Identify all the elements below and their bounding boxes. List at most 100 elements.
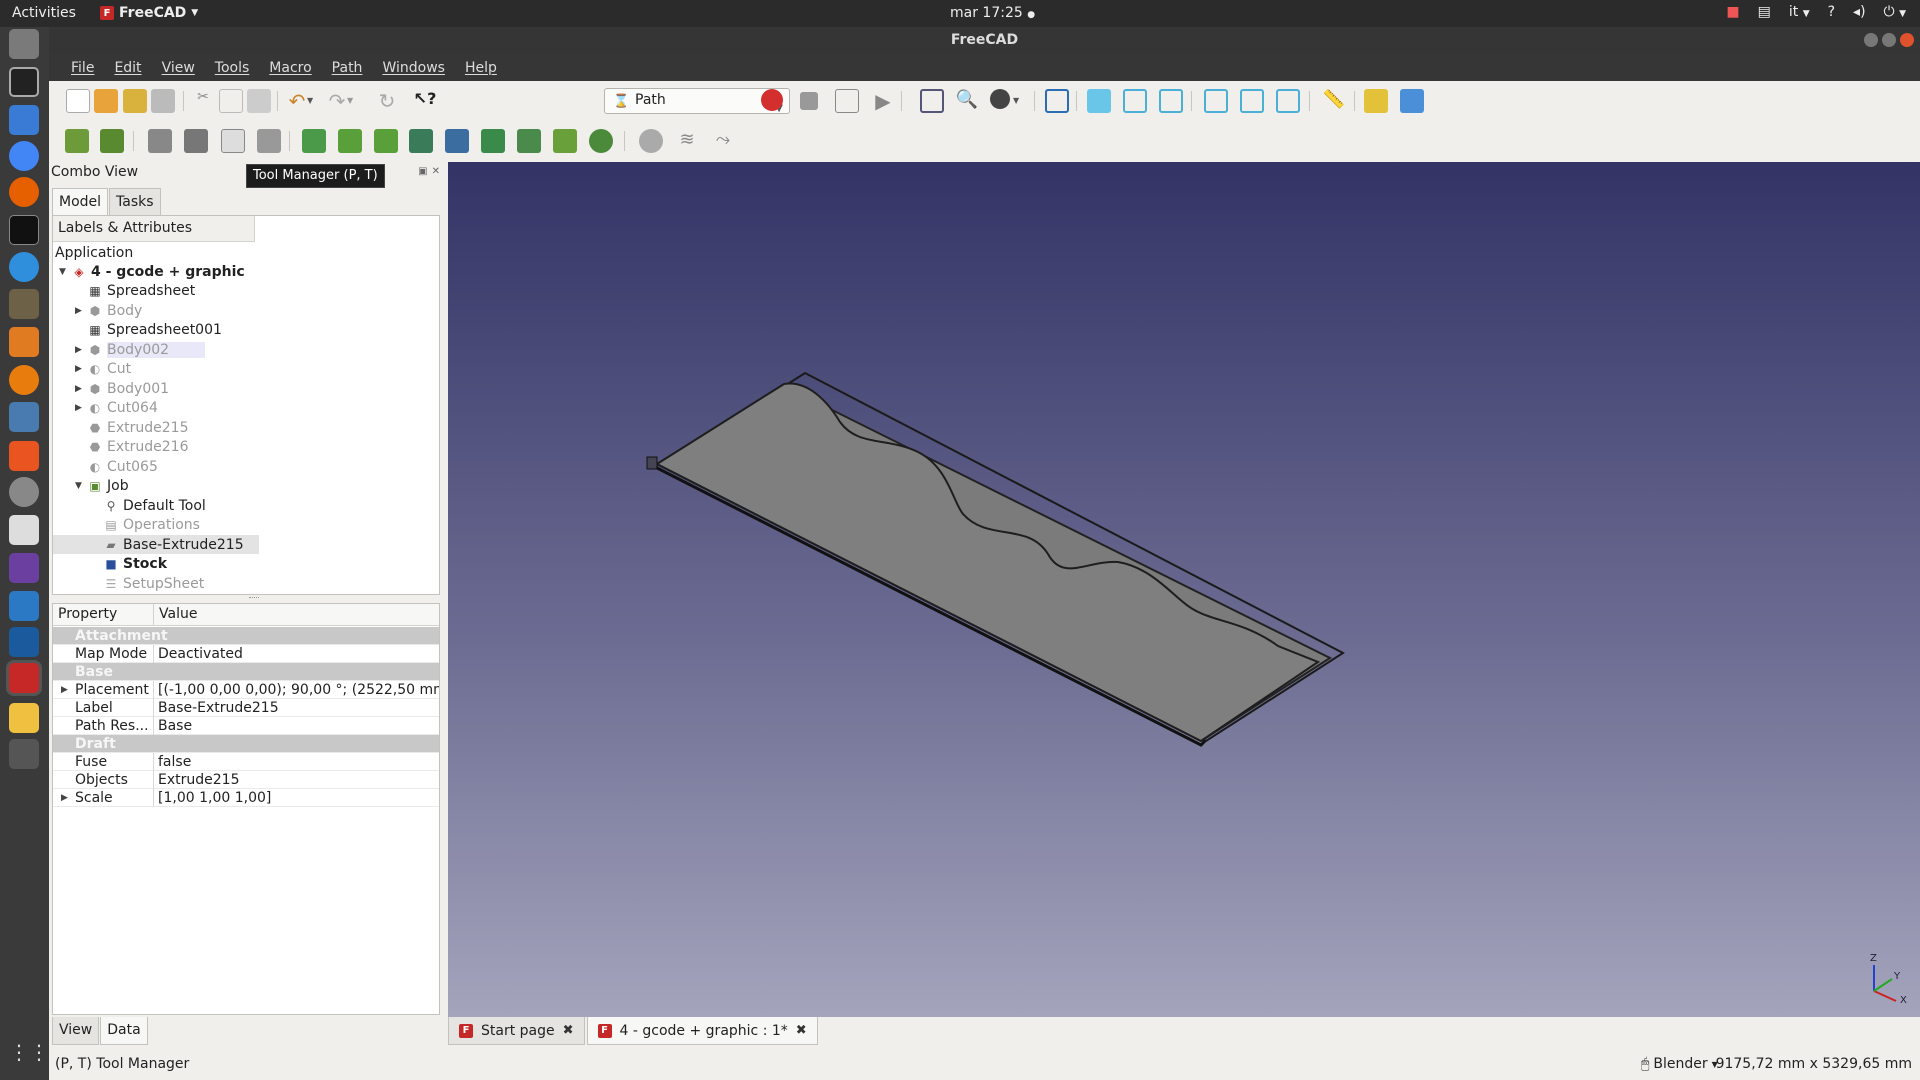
redo-icon[interactable]: ↷ [325,89,349,113]
tool-manager-icon[interactable] [221,129,245,153]
drilling-icon[interactable] [445,129,469,153]
property-row[interactable]: Objects Extrude215 [53,770,439,789]
isometric-view-icon[interactable] [1045,89,1069,113]
collapsed-arrow-icon[interactable]: ▶ [75,345,87,355]
menu-path[interactable]: Path [322,60,373,76]
front-view-icon[interactable] [1087,89,1111,113]
property-group-header[interactable]: Attachment [53,627,439,645]
paste-icon[interactable] [247,89,271,113]
draw-style-dropdown-icon[interactable]: ▼ [1013,89,1025,113]
pocket-icon[interactable] [374,129,398,153]
bottom-view-icon[interactable] [1240,89,1264,113]
collapsed-arrow-icon[interactable]: ▶ [75,403,87,413]
close-window-button[interactable] [1900,33,1914,47]
property-group-header[interactable]: Draft [53,735,439,753]
tab-view[interactable]: View [52,1017,100,1045]
tree-item[interactable]: ▶ ◐ Cut [75,360,131,379]
tree-item[interactable]: ⬣ Extrude216 [75,438,189,457]
tree-item[interactable]: ▤ Operations [91,516,200,535]
app-launcher-icon[interactable] [9,591,39,621]
close-tab-icon[interactable]: ✖ [563,1023,574,1038]
sanity-check-icon[interactable] [639,129,663,153]
menu-windows[interactable]: Windows [372,60,455,76]
tree-item[interactable]: ▶ ⬢ Body [75,301,142,320]
collapsed-arrow-icon[interactable]: ▶ [75,364,87,374]
menu-tools[interactable]: Tools [205,60,260,76]
post-process-icon[interactable] [100,129,124,153]
3d-viewport[interactable]: Z Y X [448,162,1920,1017]
tree-item[interactable]: ▶ ⬢ Body002 [75,340,206,359]
collapsed-arrow-icon[interactable]: ▶ [75,306,87,316]
minimize-button[interactable] [1864,33,1878,47]
new-document-icon[interactable] [66,89,90,113]
settings-launcher-icon[interactable] [9,477,39,507]
comment-icon[interactable]: ⤳ [711,129,735,153]
tab-data[interactable]: Data [100,1017,148,1045]
collapsed-arrow-icon[interactable]: ▶ [75,384,87,394]
helix-icon[interactable] [517,129,541,153]
app-launcher-icon[interactable] [9,67,39,97]
tab-tasks[interactable]: Tasks [109,188,161,216]
tree-item[interactable]: ▼ ▣ Job [75,477,129,496]
property-group-header[interactable]: Base [53,663,439,681]
print-icon[interactable] [151,89,175,113]
left-view-icon[interactable] [1276,89,1300,113]
refresh-icon[interactable]: ↻ [375,89,399,113]
tree-column-header[interactable]: Labels & Attributes [53,216,255,242]
activities-button[interactable]: Activities [12,5,76,21]
close-panel-icon[interactable]: ✕ [432,166,440,177]
firefox-launcher-icon[interactable] [9,177,39,207]
terminal-launcher-icon[interactable] [9,215,39,245]
property-row[interactable]: Map Mode Deactivated [53,644,439,663]
simulate-icon[interactable] [184,129,208,153]
value-column-header[interactable]: Value [153,604,202,625]
array-icon[interactable]: ≋ [675,129,699,153]
navigation-style-selector[interactable]: 🖱 Blender ▼ [1641,1056,1718,1072]
profile-edges-icon[interactable] [338,129,362,153]
cut-icon[interactable]: ✂ [191,89,215,113]
files-launcher-icon[interactable] [9,29,39,59]
panel-splitter-handle[interactable] [249,597,259,601]
tree-item[interactable]: ▶ ⬢ Body001 [75,379,169,398]
expanded-arrow-icon[interactable]: ▼ [75,481,87,491]
gimp-launcher-icon[interactable] [9,289,39,319]
blender-launcher-icon[interactable] [9,365,39,395]
editor-launcher-icon[interactable] [9,703,39,733]
property-row[interactable]: Fuse false [53,752,439,771]
top-view-icon[interactable] [1123,89,1147,113]
camera-indicator-icon[interactable]: ■ [1726,4,1739,20]
tool-controller-icon[interactable] [257,129,281,153]
tree-item[interactable]: ⬣ Extrude215 [75,418,189,437]
clipboard-icon[interactable]: ▤ [1758,4,1771,20]
tree-item[interactable]: ▰ Base-Extrude215 [53,535,259,554]
collapsed-arrow-icon[interactable]: ▶ [61,685,68,695]
property-row[interactable]: Path Res... Base [53,716,439,735]
tree-item[interactable]: ☰ SetupSheet [91,574,205,593]
right-view-icon[interactable] [1159,89,1183,113]
virtualbox-launcher-icon[interactable] [9,627,39,657]
property-value[interactable]: Extrude215 [153,770,439,789]
profile-icon[interactable] [302,129,326,153]
writer-launcher-icon[interactable] [9,105,39,135]
tab-model[interactable]: Model [52,188,109,216]
menu-file[interactable]: File [61,60,104,76]
property-value[interactable]: [1,00 1,00 1,00] [153,788,439,807]
volume-icon[interactable]: ◂) [1853,4,1866,20]
camera-launcher-icon[interactable] [9,515,39,545]
float-panel-icon[interactable]: ▣ [418,166,427,177]
help-icon[interactable]: ? [1828,4,1835,20]
tree-item[interactable]: ▶ ◐ Cut064 [75,399,158,418]
whats-this-icon[interactable]: ↖? [413,89,437,113]
draw-style-icon[interactable] [990,89,1010,109]
inkscape-launcher-icon[interactable] [9,252,39,282]
undo-icon[interactable]: ↶ [285,89,309,113]
app-menu[interactable]: F FreeCAD ▼ [100,5,198,21]
software-center-launcher-icon[interactable] [9,441,39,471]
create-group-icon[interactable] [1400,89,1424,113]
tree-item[interactable]: ▦ Spreadsheet001 [75,321,222,340]
menu-view[interactable]: View [152,60,205,76]
save-icon[interactable] [123,89,147,113]
clock[interactable]: mar 17:25 ● [950,5,1035,21]
freecad-launcher-icon[interactable] [9,663,39,693]
tree-item[interactable]: ⚲ Default Tool [91,496,206,515]
